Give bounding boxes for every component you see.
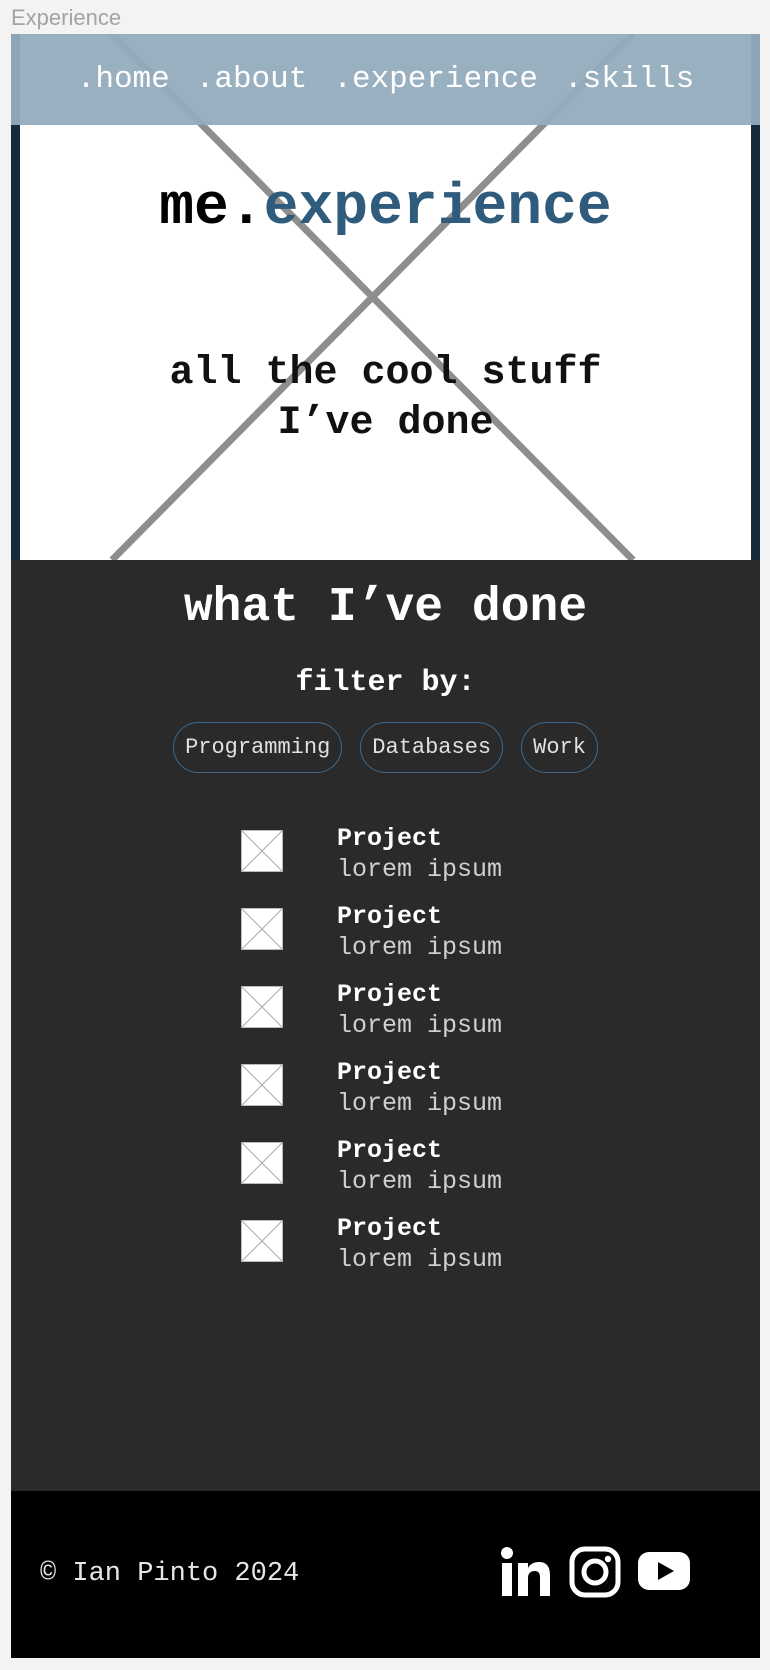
project-item[interactable]: Project lorem ipsum: [241, 824, 641, 902]
nav-link-about[interactable]: .about: [196, 62, 308, 97]
project-name: Project: [337, 1058, 443, 1087]
hero-subtitle-line-2: I’ve done: [277, 401, 494, 446]
filter-work-button[interactable]: Work: [521, 722, 598, 773]
filter-programming-button[interactable]: Programming: [173, 722, 343, 773]
nav-link-experience[interactable]: .experience: [333, 62, 538, 97]
filter-chips: Programming Databases Work: [11, 722, 760, 773]
footer: © Ian Pinto 2024: [11, 1491, 760, 1658]
project-name: Project: [337, 1214, 443, 1243]
top-nav: .home .about .experience .skills: [11, 34, 760, 125]
project-name: Project: [337, 824, 443, 853]
project-description: lorem ipsum: [337, 1167, 503, 1196]
project-item[interactable]: Project lorem ipsum: [241, 980, 641, 1058]
project-description: lorem ipsum: [337, 933, 503, 962]
section-title: what I’ve done: [183, 581, 588, 635]
project-thumbnail-icon: [241, 830, 283, 872]
project-list: Project lorem ipsum Project lorem ipsum …: [241, 824, 641, 1292]
page-artboard: .home .about .experience .skills me.expe…: [11, 34, 760, 1658]
project-thumbnail-icon: [241, 1142, 283, 1184]
instagram-icon[interactable]: [569, 1546, 621, 1598]
project-thumbnail-icon: [241, 1064, 283, 1106]
project-name: Project: [337, 980, 443, 1009]
hero-subtitle: all the cool stuff I’ve done: [11, 349, 760, 449]
project-item[interactable]: Project lorem ipsum: [241, 1214, 641, 1292]
project-description: lorem ipsum: [337, 1089, 503, 1118]
project-description: lorem ipsum: [337, 1245, 503, 1274]
project-thumbnail-icon: [241, 1220, 283, 1262]
linkedin-icon[interactable]: [499, 1546, 551, 1598]
project-name: Project: [337, 902, 443, 931]
project-thumbnail-icon: [241, 908, 283, 950]
hero-subtitle-line-1: all the cool stuff: [169, 351, 602, 396]
filter-databases-button[interactable]: Databases: [360, 722, 504, 773]
frame-label: Experience: [11, 5, 122, 30]
project-description: lorem ipsum: [337, 1011, 503, 1040]
hero-section: .home .about .experience .skills me.expe…: [11, 34, 760, 560]
project-description: lorem ipsum: [337, 855, 503, 884]
project-item[interactable]: Project lorem ipsum: [241, 1058, 641, 1136]
filter-label: filter by:: [295, 666, 476, 700]
hero-title: me.experience: [11, 176, 760, 241]
nav-link-skills[interactable]: .skills: [564, 62, 694, 97]
project-item[interactable]: Project lorem ipsum: [241, 902, 641, 980]
project-name: Project: [337, 1136, 443, 1165]
youtube-icon[interactable]: [638, 1546, 690, 1592]
project-thumbnail-icon: [241, 986, 283, 1028]
copyright-text: © Ian Pinto 2024: [40, 1559, 300, 1589]
hero-title-prefix: me.: [159, 176, 264, 241]
nav-link-home[interactable]: .home: [77, 62, 170, 97]
project-item[interactable]: Project lorem ipsum: [241, 1136, 641, 1214]
hero-title-accent: experience: [263, 176, 612, 241]
